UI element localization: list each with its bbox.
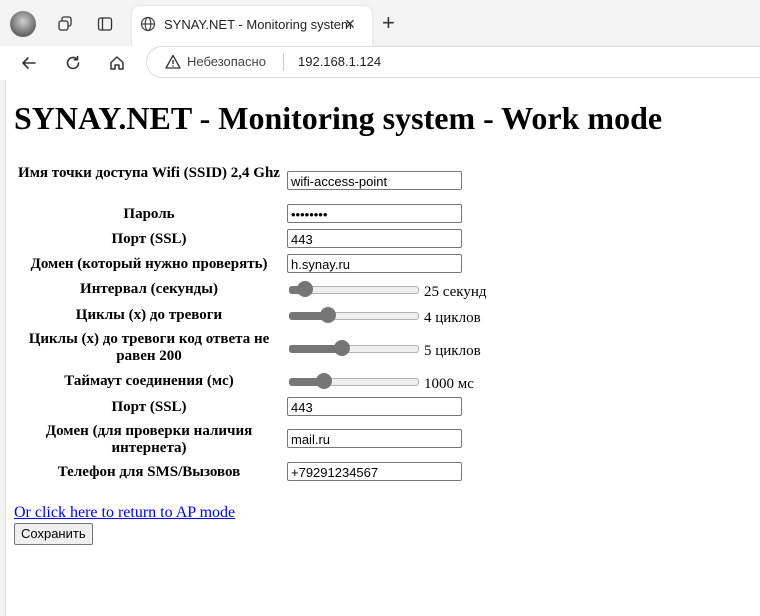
slider-thumb[interactable]	[297, 281, 313, 297]
field-label: Порт (SSL)	[111, 399, 187, 415]
globe-icon	[140, 16, 156, 32]
omnibox-divider	[283, 53, 284, 71]
timeout-value: 1000 мс	[424, 376, 474, 392]
field-label: Таймаут соединения (мс)	[64, 373, 234, 389]
close-tab-icon[interactable]: ×	[340, 14, 360, 34]
field-label: Интервал (секунды)	[80, 281, 218, 297]
field-label: Пароль	[123, 206, 175, 222]
omnibox[interactable]: Небезопасно 192.168.1.124	[146, 46, 760, 78]
interval-slider[interactable]	[289, 281, 419, 297]
home-icon[interactable]	[104, 50, 130, 76]
cycles-slider[interactable]	[289, 307, 419, 323]
tab-actions-icon[interactable]	[92, 11, 118, 37]
field-label: Циклы (x) до тревоги код ответа не равен…	[28, 331, 270, 364]
slider-thumb[interactable]	[316, 373, 332, 389]
field-label: Имя точки доступа Wifi (SSID) 2,4 Ghz	[18, 165, 280, 181]
interval-value: 25 секунд	[424, 284, 487, 300]
field-label: Циклы (x) до тревоги	[75, 307, 223, 323]
url-text[interactable]: 192.168.1.124	[298, 54, 381, 69]
page-content: SYNAY.NET - Monitoring system - Work mod…	[5, 80, 760, 616]
refresh-icon[interactable]	[60, 50, 86, 76]
cycles-code-value: 5 циклов	[424, 343, 481, 359]
phone-input[interactable]: +79291234567	[287, 462, 462, 481]
active-tab[interactable]: SYNAY.NET - Monitoring system ×	[132, 6, 372, 46]
back-arrow-icon[interactable]	[16, 50, 42, 76]
password-input[interactable]: ••••••••	[287, 204, 462, 223]
timeout-slider[interactable]	[289, 373, 419, 389]
save-button[interactable]: Сохранить	[14, 523, 93, 545]
address-bar: Небезопасно 192.168.1.124	[0, 46, 760, 80]
ssid-input[interactable]: wifi-access-point	[287, 171, 462, 190]
port-2-input[interactable]: 443	[287, 397, 462, 416]
cycles-code-slider[interactable]	[289, 340, 419, 356]
internet-domain-input[interactable]: mail.ru	[287, 429, 462, 448]
workspaces-icon[interactable]	[52, 11, 78, 37]
tab-bar: SYNAY.NET - Monitoring system × +	[0, 0, 760, 46]
slider-thumb[interactable]	[334, 340, 350, 356]
field-label: Порт (SSL)	[111, 231, 187, 247]
field-label: Домен (для проверки наличия интернета)	[45, 423, 253, 456]
new-tab-button[interactable]: +	[382, 12, 395, 34]
domain-input[interactable]: h.synay.ru	[287, 254, 462, 273]
field-label: Телефон для SMS/Вызовов	[57, 464, 241, 480]
slider-thumb[interactable]	[320, 307, 336, 323]
tab-title: SYNAY.NET - Monitoring system	[164, 17, 352, 32]
port-input[interactable]: 443	[287, 229, 462, 248]
cycles-value: 4 циклов	[424, 310, 481, 326]
page-title: SYNAY.NET - Monitoring system - Work mod…	[14, 100, 663, 136]
insecure-label[interactable]: Небезопасно	[187, 54, 266, 69]
warning-icon[interactable]	[165, 54, 181, 70]
field-label: Домен (который нужно проверять)	[30, 256, 268, 272]
profile-avatar[interactable]	[10, 11, 36, 37]
return-to-ap-link[interactable]: Or click here to return to AP mode	[14, 504, 235, 522]
